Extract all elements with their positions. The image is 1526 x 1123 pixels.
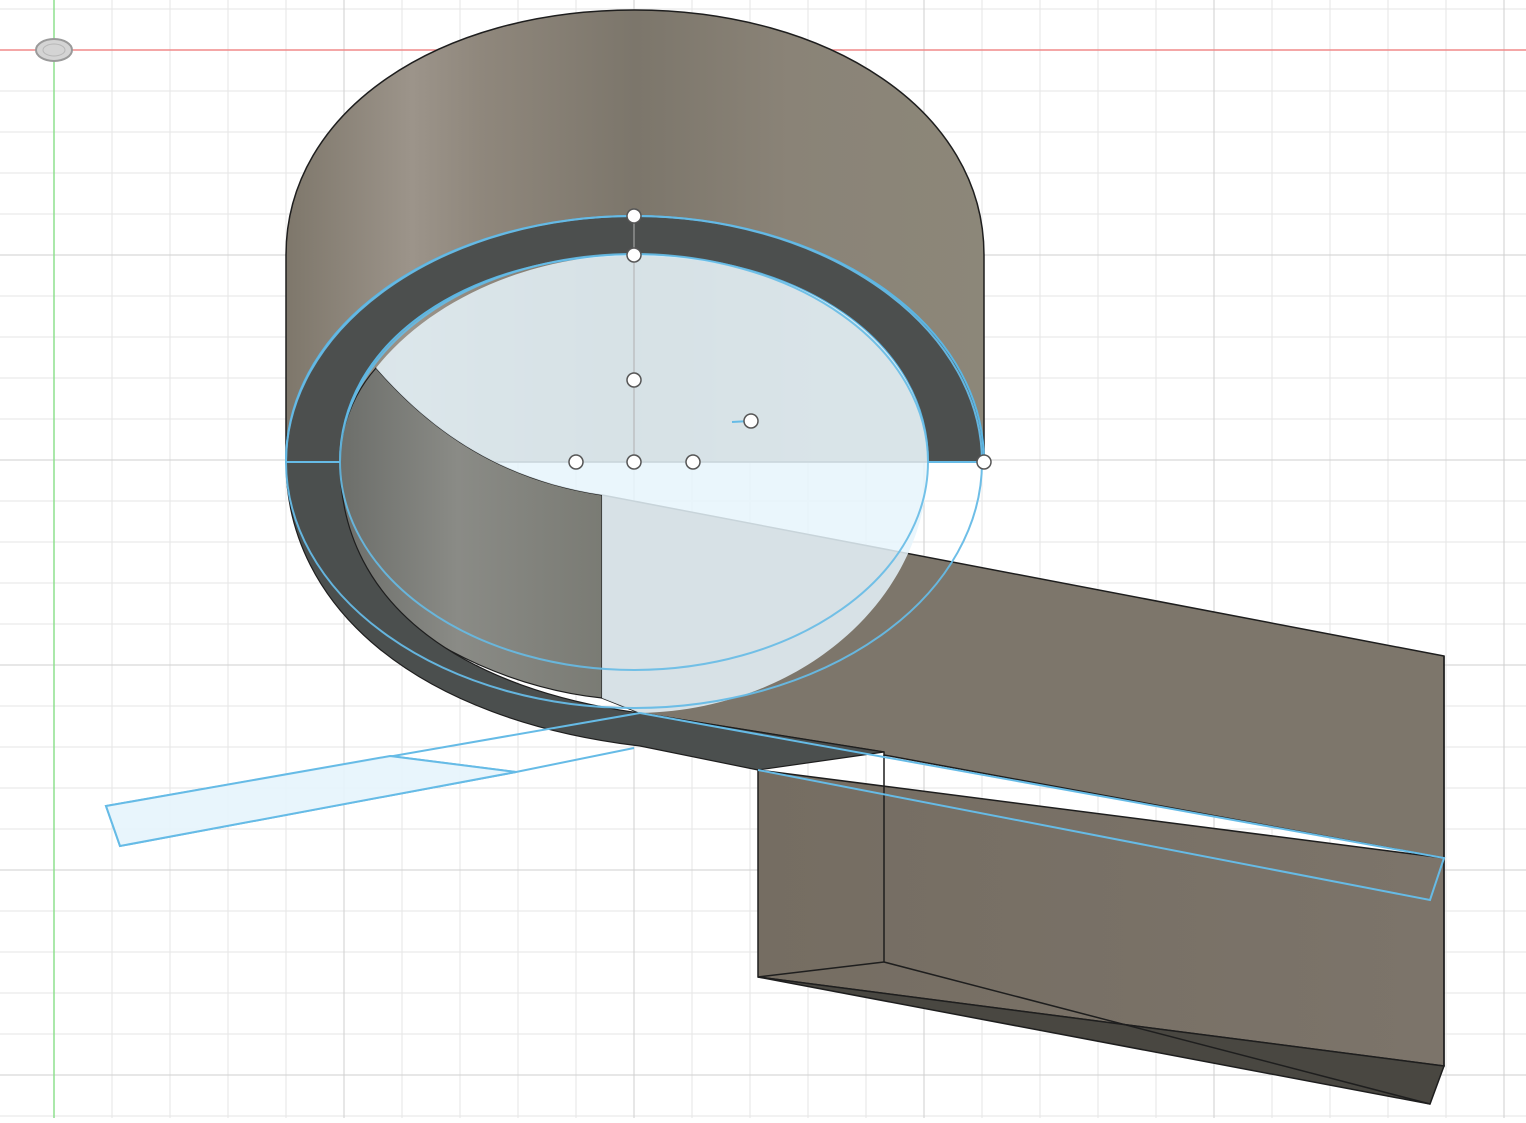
viewport-canvas[interactable] [0, 0, 1526, 1118]
left-slot-fill[interactable] [104, 754, 517, 848]
rim-right-point-handle[interactable] [976, 454, 992, 470]
center-right-point-handle[interactable] [685, 454, 701, 470]
radius-drag-point-handle[interactable] [743, 413, 759, 429]
center-point-handle[interactable] [626, 454, 642, 470]
center-left-point-handle[interactable] [568, 454, 584, 470]
origin-ellipse-icon[interactable] [35, 38, 73, 62]
cad-viewport[interactable] [0, 0, 1526, 1118]
top-outer-point-handle[interactable] [626, 208, 642, 224]
top-inner-point-handle[interactable] [626, 247, 642, 263]
center-upper-point-handle[interactable] [626, 372, 642, 388]
